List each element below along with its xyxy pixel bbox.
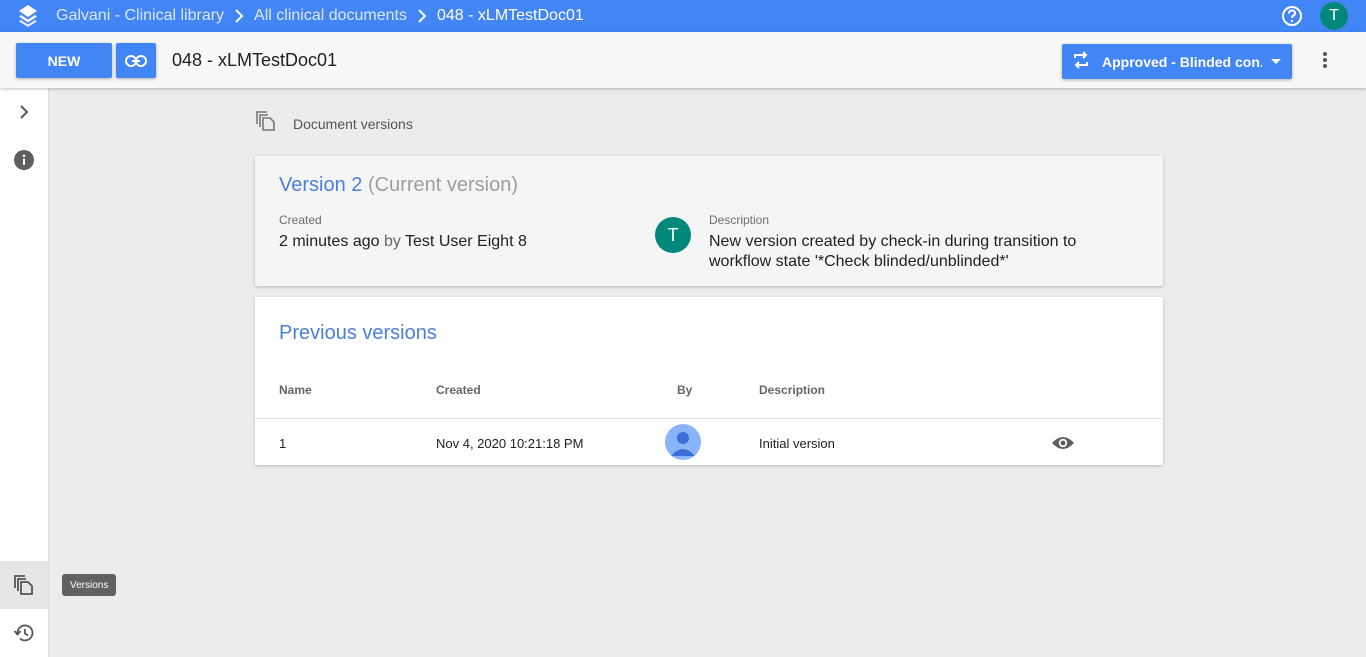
copy-link-button[interactable] (116, 43, 156, 78)
created-by: Test User Eight 8 (405, 233, 527, 250)
history-icon (13, 624, 34, 642)
author-avatar: T (655, 217, 691, 253)
document-title: 048 - xLMTestDoc01 (172, 50, 338, 70)
chevron-right-icon (417, 9, 427, 23)
section-header: Document versions (255, 110, 413, 137)
document-toolbar: NEW 048 - xLMTestDoc01 Approved - Blinde… (0, 32, 1366, 88)
new-button[interactable]: NEW (16, 43, 112, 78)
user-avatar[interactable]: T (1320, 2, 1348, 30)
section-title: Document versions (293, 115, 413, 132)
created-time: 2 minutes ago (279, 233, 380, 250)
version-number: Version 2 (279, 174, 363, 196)
column-header-by: By (677, 383, 693, 397)
column-header-name: Name (279, 383, 312, 397)
side-rail (0, 88, 49, 657)
by-word: by (383, 233, 401, 250)
info-button[interactable] (0, 136, 48, 184)
breadcrumb: Galvani - Clinical library All clinical … (56, 7, 584, 25)
info-icon (14, 150, 34, 170)
user-avatar-icon (665, 424, 701, 460)
breadcrumb-all-documents[interactable]: All clinical documents (254, 7, 407, 25)
column-header-description: Description (759, 383, 826, 397)
workflow-state-label: Approved - Blinded con... (1102, 53, 1262, 70)
versions-icon (255, 110, 277, 137)
previous-versions-title: Previous versions (279, 322, 437, 344)
description-value: New version created by check-in during t… (709, 233, 1077, 270)
caret-down-icon (1270, 54, 1282, 70)
description-field: Description New version created by check… (709, 213, 1109, 272)
column-header-created: Created (436, 383, 481, 397)
version-description-cell: Initial version (759, 436, 835, 451)
created-label: Created (279, 213, 322, 227)
app-logo-icon[interactable] (0, 0, 56, 32)
more-vert-icon[interactable] (1313, 48, 1337, 72)
current-version-title: Version 2 (Current version) (279, 174, 518, 197)
versions-icon (14, 575, 33, 595)
current-version-tag: (Current version) (367, 174, 518, 196)
chevron-right-icon (20, 105, 29, 119)
chevron-right-icon (234, 9, 244, 23)
sync-icon (1072, 51, 1090, 72)
view-version-icon[interactable] (1051, 431, 1075, 455)
created-value: 2 minutes ago by Test User Eight 8 (279, 232, 527, 252)
created-field: Created 2 minutes ago by Test User Eight… (279, 213, 527, 252)
expand-panel-button[interactable] (0, 88, 48, 136)
versions-tooltip: Versions (62, 574, 117, 596)
breadcrumb-current-document: 048 - xLMTestDoc01 (437, 7, 584, 24)
history-button[interactable] (0, 609, 48, 657)
current-version-card: Version 2 (Current version) Created 2 mi… (255, 156, 1163, 286)
versions-button[interactable] (0, 561, 48, 609)
workflow-state-button[interactable]: Approved - Blinded con... (1062, 44, 1292, 79)
help-icon[interactable] (1280, 4, 1304, 28)
description-label: Description (709, 213, 770, 227)
breadcrumb-library[interactable]: Galvani - Clinical library (56, 7, 224, 25)
row-divider (255, 418, 1163, 419)
version-created-cell: Nov 4, 2020 10:21:18 PM (436, 436, 584, 451)
link-icon (125, 54, 147, 67)
previous-versions-card: Previous versions Name Created By Descri… (255, 297, 1163, 465)
version-name-cell: 1 (279, 436, 287, 451)
app-bar: Galvani - Clinical library All clinical … (0, 0, 1366, 32)
